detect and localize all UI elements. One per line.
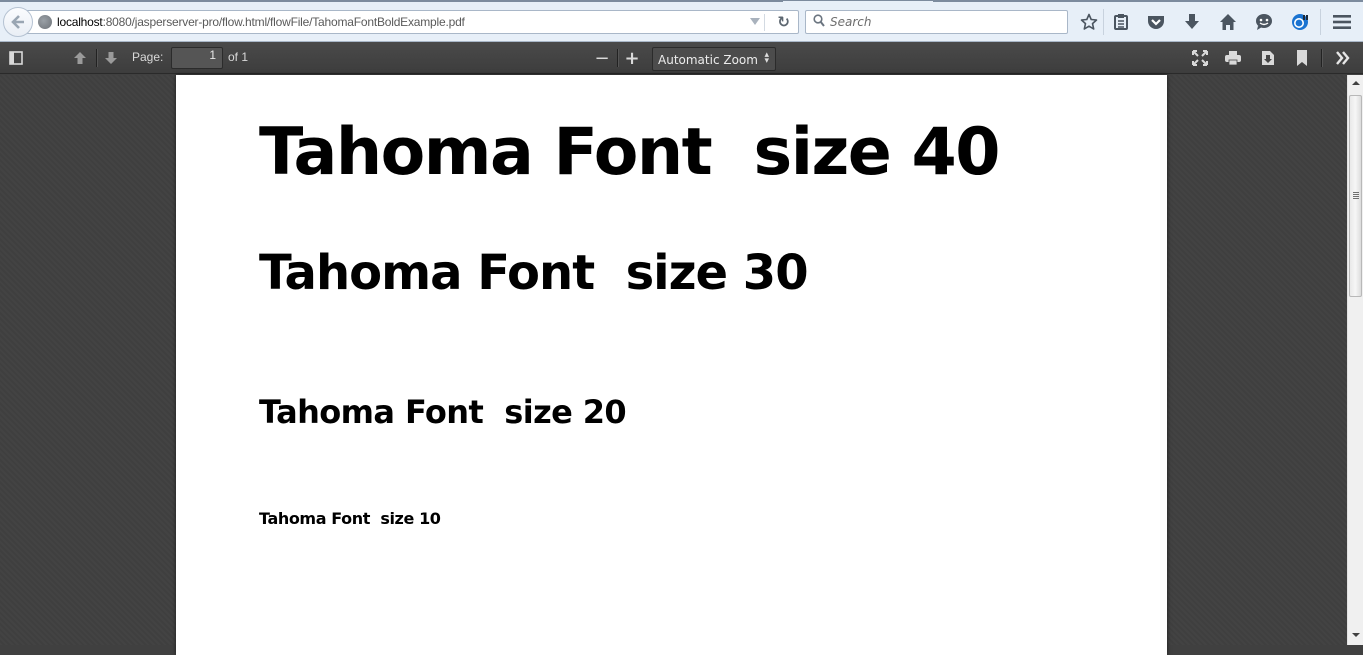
previous-page-button[interactable] bbox=[70, 46, 90, 70]
tab-strip-edge bbox=[0, 1, 1363, 2]
text-size-10: Tahoma Font size 10 bbox=[259, 509, 441, 528]
arrow-down-icon bbox=[105, 52, 117, 64]
select-arrows-icon: ▴ ▾ bbox=[764, 50, 769, 66]
pdf-toolbar: Page: 1 of 1 − + Automatic Zoom ▴ ▾ bbox=[0, 42, 1363, 74]
double-chevron-right-icon bbox=[1336, 51, 1350, 65]
url-path: :8080/jasperserver-pro/flow.html/flowFil… bbox=[102, 15, 465, 29]
bookmark-button[interactable] bbox=[1292, 46, 1312, 70]
toolbar-divider bbox=[1320, 9, 1321, 35]
pdf-viewer-area[interactable]: Tahoma Font size 40 Tahoma Font size 30 … bbox=[0, 75, 1347, 655]
search-input[interactable] bbox=[830, 13, 1060, 31]
back-arrow-icon bbox=[11, 15, 24, 29]
next-page-button[interactable] bbox=[101, 46, 121, 70]
firefox-sync-icon[interactable] bbox=[1289, 11, 1311, 33]
page-number-input[interactable]: 1 bbox=[171, 47, 223, 69]
text-size-20: Tahoma Font size 20 bbox=[259, 393, 627, 431]
toolbar-separator bbox=[96, 49, 97, 67]
menu-icon[interactable] bbox=[1331, 11, 1353, 33]
chat-icon[interactable] bbox=[1253, 11, 1275, 33]
arrow-up-icon bbox=[74, 52, 86, 64]
home-icon[interactable] bbox=[1217, 11, 1239, 33]
vertical-scrollbar[interactable] bbox=[1347, 75, 1363, 645]
sidebar-toggle-icon bbox=[9, 51, 23, 65]
grip-icon bbox=[1353, 192, 1359, 200]
pocket-icon[interactable] bbox=[1145, 11, 1167, 33]
scrollbar-thumb[interactable] bbox=[1349, 95, 1362, 297]
presentation-mode-button[interactable] bbox=[1189, 46, 1211, 70]
bookmark-icon bbox=[1297, 50, 1307, 66]
print-button[interactable] bbox=[1222, 46, 1244, 70]
search-icon bbox=[813, 14, 825, 31]
downloads-icon[interactable] bbox=[1181, 11, 1203, 33]
active-tab-gap bbox=[783, 1, 933, 3]
page-count: of 1 bbox=[228, 50, 249, 64]
back-button[interactable] bbox=[3, 7, 33, 37]
zoom-select-value: Automatic Zoom bbox=[658, 53, 758, 67]
download-button[interactable] bbox=[1257, 46, 1279, 70]
site-identity-icon[interactable] bbox=[38, 15, 52, 29]
tools-button[interactable] bbox=[1332, 46, 1354, 70]
print-icon bbox=[1225, 51, 1241, 65]
search-bar[interactable] bbox=[805, 10, 1068, 34]
browser-nav-bar: localhost:8080/jasperserver-pro/flow.htm… bbox=[0, 0, 1363, 42]
zoom-select[interactable]: Automatic Zoom ▴ ▾ bbox=[652, 47, 776, 71]
page-label: Page: bbox=[132, 50, 164, 64]
toolbar-separator bbox=[1321, 49, 1322, 67]
url-text[interactable]: localhost:8080/jasperserver-pro/flow.htm… bbox=[57, 15, 465, 29]
reading-list-icon[interactable] bbox=[1110, 11, 1132, 33]
toolbar-separator bbox=[617, 49, 618, 67]
bookmark-star-icon[interactable] bbox=[1078, 11, 1100, 33]
url-history-dropdown-icon[interactable] bbox=[750, 18, 760, 25]
pdf-page: Tahoma Font size 40 Tahoma Font size 30 … bbox=[176, 75, 1167, 655]
download-icon bbox=[1262, 51, 1274, 65]
text-size-40: Tahoma Font size 40 bbox=[259, 115, 1000, 190]
scroll-down-arrow-icon[interactable] bbox=[1352, 633, 1360, 637]
sidebar-toggle-button[interactable] bbox=[4, 46, 28, 70]
url-host: localhost bbox=[57, 15, 103, 29]
scroll-up-arrow-icon[interactable] bbox=[1352, 81, 1360, 85]
text-size-30: Tahoma Font size 30 bbox=[259, 245, 809, 301]
url-divider bbox=[764, 14, 765, 31]
reload-icon[interactable]: ↻ bbox=[777, 13, 790, 31]
url-bar[interactable]: localhost:8080/jasperserver-pro/flow.htm… bbox=[22, 10, 799, 34]
zoom-in-button[interactable]: + bbox=[622, 46, 642, 70]
zoom-out-button[interactable]: − bbox=[592, 46, 612, 70]
fullscreen-icon bbox=[1192, 50, 1208, 66]
toolbar-divider bbox=[1103, 9, 1104, 35]
